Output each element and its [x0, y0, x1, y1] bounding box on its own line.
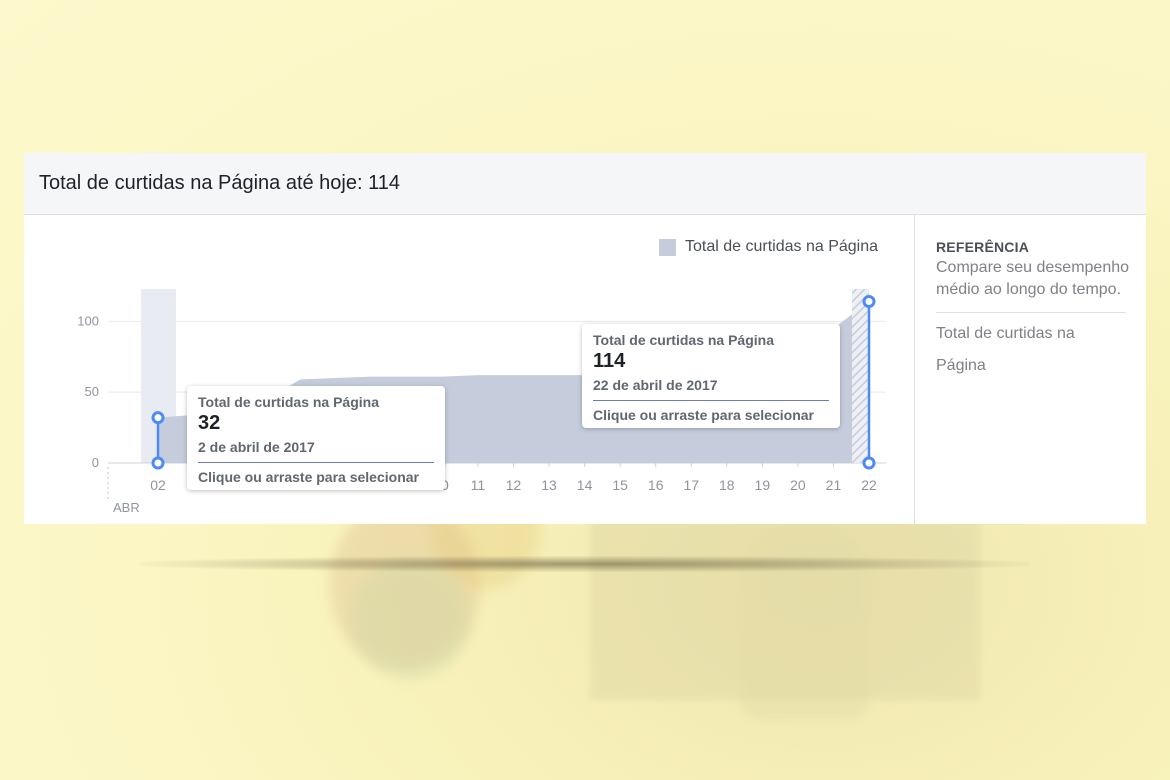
- x-tick-label: 17: [683, 477, 699, 493]
- selection-start-handle-bottom: [151, 456, 165, 470]
- tooltip-date: 2 de abril de 2017: [198, 439, 315, 455]
- x-tick-label: 22: [861, 477, 877, 493]
- tooltip-label: Total de curtidas na Página: [198, 394, 380, 410]
- y-tick-label: 0: [92, 455, 99, 470]
- x-tick-label: 20: [790, 477, 806, 493]
- x-tick-label: 15: [612, 477, 628, 493]
- y-tick-label: 100: [77, 313, 99, 328]
- tooltip-action[interactable]: Clique ou arraste para selecionar: [593, 407, 829, 423]
- legend-swatch: [659, 238, 676, 256]
- tooltip-divider: [593, 400, 829, 401]
- x-tick-label: 14: [577, 477, 593, 493]
- tooltip-value: 32: [198, 412, 221, 434]
- background-figure: [740, 520, 870, 720]
- tooltip-value: 114: [593, 350, 626, 372]
- selection-end-handle-top: [862, 295, 876, 308]
- selection-start-handle-top: [151, 411, 165, 425]
- chart-legend[interactable]: Total de curtidas na Página: [659, 238, 878, 256]
- tooltip-date: 22 de abril de 2017: [593, 377, 718, 393]
- insights-card: Total de curtidas na Página até hoje: 11…: [24, 153, 1146, 524]
- x-tick-label: 16: [648, 477, 664, 493]
- legend-label: Total de curtidas na Página: [685, 238, 879, 255]
- reference-panel: REFERÊNCIA Compare seu desempenho médio …: [936, 239, 1131, 382]
- x-tick-label: 12: [506, 477, 522, 493]
- tooltip-end[interactable]: Total de curtidas na Página 114 22 de ab…: [582, 324, 840, 428]
- reference-metric-link[interactable]: Total de curtidas na Página: [936, 318, 1111, 382]
- reference-divider: [936, 312, 1126, 313]
- selection-end-handle-bottom: [862, 456, 876, 470]
- selection-end-band: [852, 289, 869, 463]
- x-tick-label: 11: [471, 477, 486, 493]
- x-tick-label: 02: [150, 477, 166, 493]
- month-label: ABR: [113, 500, 140, 515]
- tooltip-label: Total de curtidas na Página: [593, 332, 775, 348]
- x-tick-label: 18: [719, 477, 735, 493]
- background-balloon: [350, 560, 470, 680]
- tooltip-divider: [198, 462, 434, 463]
- tooltip-start[interactable]: Total de curtidas na Página 32 2 de abri…: [187, 386, 445, 490]
- x-tick-label: 21: [826, 477, 842, 493]
- x-tick-label: 13: [541, 477, 557, 493]
- reference-title: REFERÊNCIA: [936, 239, 1030, 255]
- tooltip-action[interactable]: Clique ou arraste para selecionar: [198, 469, 434, 485]
- card-shadow: [140, 556, 1030, 572]
- y-tick-label: 50: [85, 384, 99, 399]
- reference-description: Compare seu desempenho médio ao longo do…: [936, 259, 1130, 298]
- x-tick-label: 19: [755, 477, 771, 493]
- panel-divider: [914, 215, 915, 524]
